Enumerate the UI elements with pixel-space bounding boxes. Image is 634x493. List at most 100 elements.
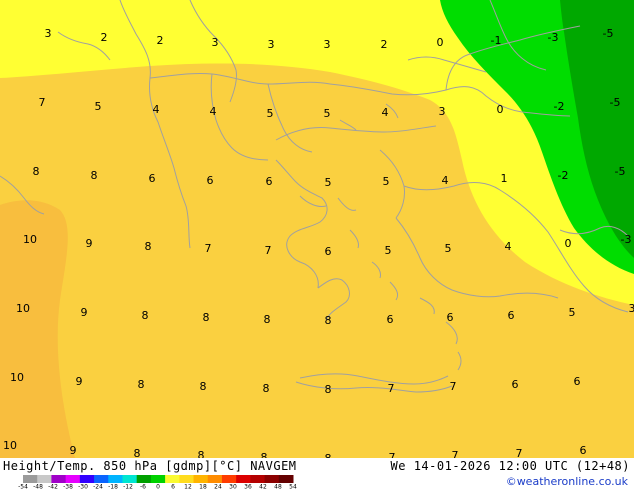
temperature-label: 7 xyxy=(39,96,46,109)
temperature-label: 3 xyxy=(45,27,52,40)
temperature-label: 9 xyxy=(86,237,93,250)
temperature-label: 9 xyxy=(81,306,88,319)
legend-tick-label: 12 xyxy=(184,484,192,490)
temperature-label: 1 xyxy=(501,172,508,185)
legend-tick-label: -54 xyxy=(18,484,28,490)
legend-tick-label: -24 xyxy=(93,484,103,490)
temperature-label: 8 xyxy=(145,240,152,253)
temperature-label: 0 xyxy=(497,103,504,116)
temperature-legend: -54-48-42-38-30-24-18-12-606121824303642… xyxy=(18,474,298,488)
temperature-label: 0 xyxy=(565,237,572,250)
temperature-label: 5 xyxy=(383,175,390,188)
temperature-label: 7 xyxy=(265,244,272,257)
temperature-label: -5 xyxy=(615,165,626,178)
legend-tick-label: -42 xyxy=(48,484,58,490)
temperature-label: 5 xyxy=(325,176,332,189)
temperature-label: 6 xyxy=(387,313,394,326)
legend-swatch xyxy=(194,475,209,483)
temperature-label: 10 xyxy=(16,302,30,315)
legend-tick-label: -38 xyxy=(63,484,73,490)
temperature-label: 8 xyxy=(325,383,332,396)
legend-swatch xyxy=(94,475,109,483)
temperature-label: 8 xyxy=(203,311,210,324)
temperature-label: 4 xyxy=(210,105,217,118)
legend-tick-label: -48 xyxy=(33,484,43,490)
temperature-label: 6 xyxy=(207,174,214,187)
legend-swatch xyxy=(66,475,81,483)
temperature-label: -1 xyxy=(491,34,502,47)
temperature-label: 7 xyxy=(450,380,457,393)
legend-tick-label: 42 xyxy=(259,484,267,490)
legend-swatch xyxy=(222,475,237,483)
legend-swatch xyxy=(51,475,66,483)
legend-tick-label: 48 xyxy=(274,484,282,490)
map-title: Height/Temp. 850 hPa [gdmp][°C] NAVGEM xyxy=(3,459,297,473)
temperature-label: 3 xyxy=(439,105,446,118)
legend-swatch xyxy=(80,475,95,483)
temperature-label: 5 xyxy=(385,244,392,257)
temperature-label: 6 xyxy=(580,444,587,457)
legend-tick-label: 54 xyxy=(289,484,297,490)
temperature-label: 8 xyxy=(91,169,98,182)
temperature-label: 5 xyxy=(445,242,452,255)
temperature-label: 9 xyxy=(70,444,77,457)
temperature-label: 7 xyxy=(389,451,396,458)
legend-swatch xyxy=(137,475,152,483)
temperature-label: 2 xyxy=(101,31,108,44)
temperature-label: 8 xyxy=(142,309,149,322)
legend-tick-label: 6 xyxy=(171,484,175,490)
legend-swatch xyxy=(108,475,123,483)
legend-swatch xyxy=(208,475,223,483)
legend-tick-label: -30 xyxy=(78,484,88,490)
valid-datetime: We 14-01-2026 12:00 UTC (12+48) xyxy=(391,459,630,473)
temperature-label: -5 xyxy=(610,96,621,109)
legend-swatch xyxy=(151,475,166,483)
weatheronline-credit-link[interactable]: ©weatheronline.co.uk xyxy=(506,475,628,488)
legend-swatch xyxy=(236,475,251,483)
footer: Height/Temp. 850 hPa [gdmp][°C] NAVGEM W… xyxy=(0,458,634,490)
legend-tick-label: 30 xyxy=(229,484,237,490)
temperature-label: 4 xyxy=(442,174,449,187)
weather-map: 32233320-1-3-5754455430-2-5886665541-2-5… xyxy=(0,0,634,458)
temperature-label: 7 xyxy=(388,382,395,395)
temperature-label: 6 xyxy=(508,309,515,322)
temperature-label: 10 xyxy=(10,371,24,384)
temperature-label: 6 xyxy=(325,245,332,258)
legend-swatch xyxy=(250,475,265,483)
legend-swatch xyxy=(179,475,194,483)
temperature-label: 0 xyxy=(437,36,444,49)
temperature-label: -5 xyxy=(603,27,614,40)
temperature-label: 10 xyxy=(23,233,37,246)
temperature-label: 8 xyxy=(134,447,141,458)
temperature-label: -3 xyxy=(621,233,632,246)
legend-tick-label: 24 xyxy=(214,484,222,490)
temperature-label: 6 xyxy=(149,172,156,185)
temperature-label: 4 xyxy=(505,240,512,253)
temperature-label: 9 xyxy=(76,375,83,388)
temperature-label: 2 xyxy=(381,38,388,51)
temperature-label: 3 xyxy=(629,302,634,315)
legend-swatch xyxy=(165,475,180,483)
temperature-label: 4 xyxy=(382,106,389,119)
temperature-label: 5 xyxy=(569,306,576,319)
legend-swatch xyxy=(37,475,52,483)
legend-tick-label: -6 xyxy=(140,484,146,490)
temperature-label: 3 xyxy=(212,36,219,49)
temperature-label: 6 xyxy=(447,311,454,324)
temperature-label: 10 xyxy=(3,439,17,452)
temperature-label: -3 xyxy=(548,31,559,44)
temperature-label: 8 xyxy=(33,165,40,178)
temperature-label: 7 xyxy=(205,242,212,255)
temperature-label: 7 xyxy=(452,449,459,458)
temperature-label: 6 xyxy=(266,175,273,188)
temperature-label: 8 xyxy=(325,314,332,327)
temperature-label: 8 xyxy=(261,451,268,458)
legend-tick-label: -18 xyxy=(108,484,118,490)
temperature-label: 6 xyxy=(512,378,519,391)
temperature-label: 6 xyxy=(574,375,581,388)
temperature-label: 7 xyxy=(516,447,523,458)
legend-tick-label: 18 xyxy=(199,484,207,490)
temperature-label: 5 xyxy=(324,107,331,120)
temperature-label: 3 xyxy=(268,38,275,51)
temperature-label: 8 xyxy=(138,378,145,391)
